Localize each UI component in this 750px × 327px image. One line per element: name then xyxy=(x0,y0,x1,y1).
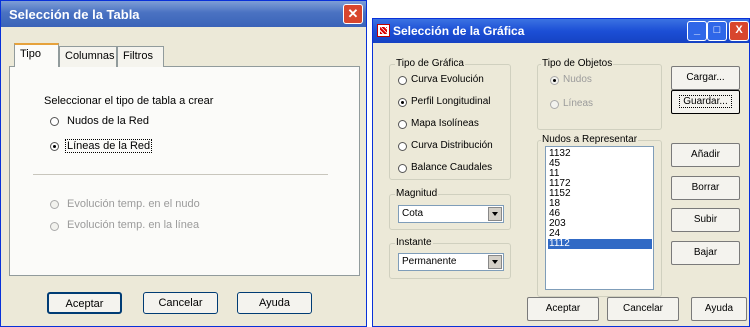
radio-label: Nudos de la Red xyxy=(67,115,149,127)
chevron-down-icon[interactable] xyxy=(488,255,502,269)
tab-tipo[interactable]: Tipo xyxy=(14,43,59,67)
radio-perfil-longitudinal[interactable] xyxy=(398,98,407,107)
object-type-group xyxy=(537,64,662,130)
list-item[interactable]: 18 xyxy=(548,199,645,209)
tab-label: Filtros xyxy=(123,50,153,62)
radio-evolucion-nudo[interactable] xyxy=(50,200,59,209)
maximize-icon: □ xyxy=(713,24,721,36)
title-bar[interactable]: Selección de la Tabla ✕ xyxy=(1,1,366,27)
group-title: Tipo de Gráfica xyxy=(395,58,465,69)
radio-label: Evolución temp. en el nudo xyxy=(67,198,200,210)
tab-label: Columnas xyxy=(65,50,115,62)
close-button[interactable]: X xyxy=(729,21,749,41)
list-item[interactable]: 1132 xyxy=(548,149,645,159)
radio-label: Perfil Longitudinal xyxy=(411,96,491,107)
radio-label: Mapa Isolíneas xyxy=(411,118,479,129)
radio-lineas-red[interactable] xyxy=(50,142,59,151)
table-type-prompt: Seleccionar el tipo de tabla a crear xyxy=(44,95,214,107)
radio-label: Balance Caudales xyxy=(411,162,493,173)
radio-label: Nudos xyxy=(563,74,592,85)
delete-button[interactable]: Borrar xyxy=(671,176,740,200)
radio-curva-distribucion[interactable] xyxy=(398,142,407,151)
tab-filtros[interactable]: Filtros xyxy=(117,46,164,67)
chevron-down-icon[interactable] xyxy=(488,207,502,221)
accept-button[interactable]: Aceptar xyxy=(527,297,599,321)
list-item[interactable]: 203 xyxy=(548,219,645,229)
list-item[interactable]: 45 xyxy=(548,159,645,169)
minimize-button[interactable]: _ xyxy=(687,21,707,41)
instant-select[interactable]: Permanente xyxy=(398,253,504,271)
radio-label: Curva Evolución xyxy=(411,74,484,85)
radio-label: Curva Distribución xyxy=(411,140,493,151)
radio-curva-evolucion[interactable] xyxy=(398,76,407,85)
radio-label: Líneas de la Red xyxy=(65,139,153,153)
close-icon: X xyxy=(735,24,743,36)
separator xyxy=(33,174,328,175)
cancel-button[interactable]: Cancelar xyxy=(607,297,679,321)
group-title: Instante xyxy=(395,237,433,248)
group-title: Tipo de Objetos xyxy=(541,58,614,69)
dialog-title: Selección de la Tabla xyxy=(9,7,140,22)
save-button[interactable]: Guardar... xyxy=(671,90,740,114)
minimize-icon: _ xyxy=(693,24,701,36)
select-value: Cota xyxy=(402,208,424,219)
radio-evolucion-linea[interactable] xyxy=(50,222,59,231)
radio-label: Evolución temp. en la línea xyxy=(67,219,200,231)
magnitude-select[interactable]: Cota xyxy=(398,205,504,223)
help-button[interactable]: Ayuda xyxy=(237,292,312,314)
list-item-selected[interactable]: 1112 xyxy=(548,239,652,249)
tab-columnas[interactable]: Columnas xyxy=(59,46,117,67)
select-value: Permanente xyxy=(402,256,457,267)
nodes-listbox[interactable]: 1132 45 11 1172 1152 18 46 203 24 1112 xyxy=(545,146,654,290)
radio-nudos-red[interactable] xyxy=(50,117,59,126)
cancel-button[interactable]: Cancelar xyxy=(143,292,218,314)
radio-nudos[interactable] xyxy=(550,76,559,85)
move-down-button[interactable]: Bajar xyxy=(671,241,740,265)
move-up-button[interactable]: Subir xyxy=(671,208,740,232)
chart-app-icon xyxy=(377,24,390,37)
title-bar[interactable]: Selección de la Gráfica _ □ X xyxy=(373,19,749,43)
radio-mapa-isolineas[interactable] xyxy=(398,120,407,129)
group-title: Nudos a Representar xyxy=(541,134,639,145)
chart-selection-dialog: Selección de la Gráfica _ □ X Tipo de Gr… xyxy=(372,18,750,327)
list-item[interactable]: 1152 xyxy=(548,189,645,199)
close-button[interactable]: ✕ xyxy=(343,4,363,24)
radio-label: Líneas xyxy=(563,98,594,109)
table-selection-dialog: Selección de la Tabla ✕ Tipo Columnas Fi… xyxy=(0,0,367,327)
load-button[interactable]: Cargar... xyxy=(671,66,740,90)
accept-button[interactable]: Aceptar xyxy=(47,292,122,314)
dialog-title: Selección de la Gráfica xyxy=(393,24,525,38)
tab-label: Tipo xyxy=(20,48,41,60)
radio-lineas[interactable] xyxy=(550,100,559,109)
help-button[interactable]: Ayuda xyxy=(691,297,747,321)
maximize-button[interactable]: □ xyxy=(707,21,727,41)
close-icon: ✕ xyxy=(347,6,359,21)
group-title: Magnitud xyxy=(395,188,439,199)
add-button[interactable]: Añadir xyxy=(671,143,740,167)
button-label: Guardar... xyxy=(679,95,732,108)
radio-balance-caudales[interactable] xyxy=(398,164,407,173)
